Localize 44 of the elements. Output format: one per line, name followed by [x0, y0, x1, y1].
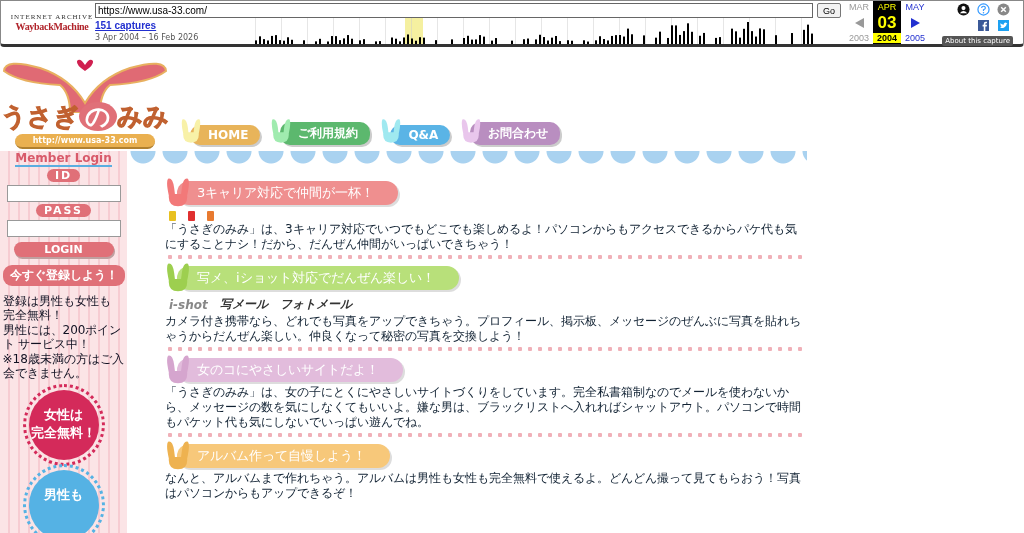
- section-heading: アルバム作って自慢しよう！: [177, 444, 390, 468]
- nav-button[interactable]: ご利用規約: [280, 122, 371, 145]
- nav-button[interactable]: Q&A: [390, 125, 451, 145]
- month-column[interactable]: MAY 2005: [901, 1, 929, 44]
- password-input-field[interactable]: [6, 220, 121, 237]
- previous-icon[interactable]: [854, 17, 864, 28]
- section-heading: 写メ、iショット対応でだんぜん楽しい！: [177, 266, 459, 290]
- service-logo: 写メール: [219, 296, 268, 313]
- pass-label: PASS: [36, 204, 91, 217]
- id-label: ID: [46, 169, 81, 182]
- notice-line: 男性には、200ポイント サービス中！: [2, 322, 123, 352]
- section-text: 「うさぎのみみ」は、3キャリア対応でいつでもどこでも楽しめるよ！パソコンからもアクセスできるからパケ代も気にすることナシ！だから、だんぜん仲間がいっぱいできちゃう！: [165, 222, 798, 252]
- login-button[interactable]: LOGIN: [13, 242, 114, 257]
- next-icon[interactable]: [910, 17, 920, 28]
- facebook-icon[interactable]: [977, 19, 989, 31]
- notice-line: 完全無料！: [2, 308, 64, 323]
- date-range: 3 Apr 2004 – 16 Feb 2026: [95, 33, 200, 42]
- section-text: カメラ付き携帯なら、どれでも写真をアップできちゃう。プロフィール、掲示板、メッセージのぜんぶに写真を貼れちゃうからだんぜん楽しい。仲良くなって秘密の写真を交換しよう！: [165, 314, 802, 344]
- member-login-heading: Member Login: [15, 151, 112, 167]
- month-column[interactable]: MAR 2003: [845, 1, 873, 44]
- badge-text: 完全無料！: [31, 424, 96, 443]
- site-logo-title[interactable]: うさぎ の みみ: [1, 102, 169, 131]
- site-url: http://www.usa-33.com: [14, 134, 156, 149]
- badge-text: 女性は: [44, 406, 83, 425]
- badge-text: 男性も: [44, 486, 83, 505]
- notice-line: 登録は男性も女性も: [2, 294, 112, 309]
- month-column[interactable]: APR 03 2004: [873, 1, 901, 44]
- captures-link[interactable]: 151 captures: [95, 20, 255, 31]
- user-icon[interactable]: [956, 2, 970, 16]
- register-button[interactable]: 今すぐ登録しよう！: [2, 265, 125, 286]
- close-icon[interactable]: [996, 2, 1010, 16]
- twitter-icon[interactable]: [997, 19, 1009, 31]
- service-logo: i-shot: [169, 297, 208, 312]
- section-heading: 女のコにやさしいサイトだよ！: [177, 358, 403, 382]
- section-text: なんと、アルバムまで作れちゃう。アルバムは男性も女性も完全無料で使えるよ。どんどん撮って見てもらおう！写真はパソコンからもアップできるぞ！: [165, 471, 802, 501]
- nav-button[interactable]: お問合わせ: [470, 122, 561, 145]
- section-text: 「うさぎのみみ」は、女の子にとくにやさしいサイトづくりをしています。完全私書箱制なのでメールを使わないから、メッセージの数を気にしなくてもいいよ。嫌な男は、ブラックリストへ入れればシャットアウト。パソコンで時間もパケット代も気にしないでいっぱい遊んでね。: [165, 385, 802, 430]
- go-button[interactable]: Go: [817, 3, 841, 18]
- service-logo: フォトメール: [279, 296, 352, 313]
- id-input-field[interactable]: [6, 185, 121, 202]
- url-field[interactable]: https://www.usa-33.com/: [95, 3, 813, 18]
- wayback-logo[interactable]: WaybackMachine: [15, 21, 89, 32]
- section-heading: 3キャリア対応で仲間が一杯！: [177, 181, 399, 205]
- notice-line: ※18歳未満の方はご入会できません。: [2, 351, 125, 381]
